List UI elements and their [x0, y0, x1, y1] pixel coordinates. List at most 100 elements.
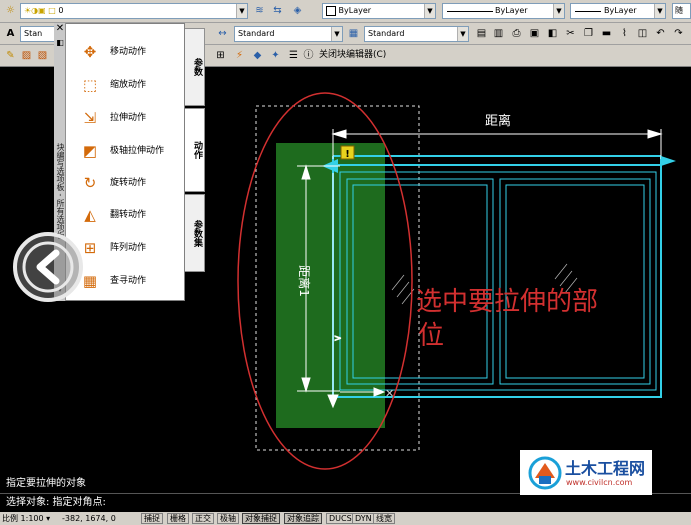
chevron-down-icon: ▼: [654, 4, 665, 18]
dim-style-value: Standard: [238, 29, 275, 38]
save-icon[interactable]: ▤: [475, 27, 488, 40]
status-bar: 比例 1:100 ▾ -382, 1674, 0 捕捉 栅格 正交 极轴 对象捕…: [0, 512, 691, 525]
layer-value: 0: [58, 6, 64, 15]
otrack-button[interactable]: 对象追踪: [284, 513, 322, 524]
palette-item-label: 阵列动作: [110, 243, 147, 253]
palette-item-label: 旋转动作: [110, 178, 147, 188]
linetype-value: ByLayer: [495, 6, 528, 15]
publish-icon[interactable]: ◧: [546, 27, 559, 40]
flip-action-icon: ◭: [84, 206, 96, 224]
back-arrow-icon[interactable]: [12, 231, 84, 303]
match-properties-icon[interactable]: ⌇: [618, 27, 631, 40]
polar-stretch-action-icon: ◩: [82, 142, 98, 160]
text-style-value: Stan: [24, 29, 43, 38]
undo-icon[interactable]: ↶: [654, 27, 667, 40]
layer-dropdown[interactable]: ☀◑▣ □ 0 ▼: [20, 3, 248, 19]
ortho-button[interactable]: 正交: [192, 513, 214, 524]
properties-icon[interactable]: ◧: [55, 38, 65, 48]
layer-properties-toolbar: ☼ ☀◑▣ □ 0 ▼ ≋ ⇆ ◈ ByLayer ▼ ByLayer ▼ By…: [0, 0, 691, 23]
tab-parameter-sets[interactable]: 参数集: [185, 194, 205, 272]
table-style-value: Standard: [368, 29, 405, 38]
plot-style-value: 随: [675, 6, 683, 15]
ducs-button[interactable]: DUCS: [326, 513, 355, 524]
authoring-palettes-icon[interactable]: ⊞: [214, 49, 227, 62]
update-icon[interactable]: ☰: [287, 49, 300, 62]
lineweight-dropdown[interactable]: ByLayer ▼: [570, 3, 666, 19]
linetype-sample: [447, 11, 493, 12]
dim-top-label: 距离: [485, 113, 511, 129]
palette-item-label: 翻转动作: [110, 210, 147, 220]
palette-item-label: 缩放动作: [110, 80, 147, 90]
lineweight-button[interactable]: 线宽: [373, 513, 395, 524]
layer-previous-icon[interactable]: ⇆: [271, 4, 284, 17]
watermark-logo: 土木工程网 www.civilcn.com: [520, 450, 652, 495]
define-attribute-icon[interactable]: ✦: [269, 49, 282, 62]
move-action-icon: ✥: [83, 43, 97, 61]
color-value: ByLayer: [338, 6, 372, 15]
dim-style-dropdown[interactable]: Standard ▼: [234, 26, 343, 42]
dim-left-label: 距离1: [297, 265, 312, 297]
annotation-line1: 选中要拉伸的部: [416, 287, 598, 317]
annotation-scale[interactable]: 比例 1:100 ▾: [2, 512, 50, 525]
command-prompt[interactable]: 选择对象: 指定对角点:: [6, 495, 106, 511]
color-dropdown[interactable]: ByLayer ▼: [322, 3, 436, 19]
linetype-dropdown[interactable]: ByLayer ▼: [442, 3, 565, 19]
chevron-down-icon: ▼: [236, 4, 247, 18]
scale-action-icon: ⬚: [82, 76, 98, 94]
tab-parameters[interactable]: 参数: [185, 28, 205, 106]
chevron-down-icon: ▼: [424, 4, 435, 18]
action-icon[interactable]: ⚡: [233, 49, 246, 62]
paste-icon[interactable]: ▬: [600, 27, 613, 40]
block-editor-icon[interactable]: ◫: [636, 27, 649, 40]
parameter-icon[interactable]: ◆: [251, 49, 264, 62]
watermark-url: www.civilcn.com: [566, 478, 633, 487]
color-swatch: [326, 5, 336, 16]
polar-button[interactable]: 极轴: [217, 513, 239, 524]
lightbulb-icon[interactable]: ☼: [4, 4, 17, 17]
palette-item-label: 拉伸动作: [110, 113, 147, 123]
lineweight-sample: [575, 11, 601, 12]
chevron-down-icon: ▼: [457, 27, 468, 41]
close-block-editor-button[interactable]: 关闭块编辑器(C): [319, 49, 386, 62]
redo-icon[interactable]: ↷: [672, 27, 685, 40]
tab-actions[interactable]: 动作: [185, 108, 205, 192]
logo-mark-icon: [528, 456, 562, 490]
copy-icon[interactable]: ❐: [582, 27, 595, 40]
text-style-icon[interactable]: A: [4, 27, 17, 40]
save-block-icon[interactable]: ▨: [20, 49, 33, 62]
palette-item-label: 极轴拉伸动作: [110, 146, 165, 156]
save-block-as-icon[interactable]: ▧: [36, 49, 49, 62]
plot-style-dropdown[interactable]: 随: [672, 3, 691, 19]
layer-isolate-icon[interactable]: ◈: [291, 4, 304, 17]
table-style-icon[interactable]: ▦: [347, 27, 360, 40]
annotation-line2: 位: [418, 321, 444, 351]
command-history-line: 指定要拉伸的对象: [6, 478, 86, 489]
close-icon[interactable]: ✕: [55, 24, 65, 34]
coordinates-readout: -382, 1674, 0: [62, 514, 116, 523]
warning-badge-label: !: [345, 149, 350, 160]
print-icon[interactable]: ⎙: [510, 27, 523, 40]
grid-button[interactable]: 栅格: [167, 513, 189, 524]
chevron-down-icon: ▼: [553, 4, 564, 18]
palette-item-label: 查寻动作: [110, 276, 147, 286]
cut-icon[interactable]: ✂: [564, 27, 577, 40]
lineweight-value: ByLayer: [604, 6, 637, 15]
dim-style-icon[interactable]: ↔: [216, 27, 229, 40]
edit-block-icon[interactable]: ✎: [4, 49, 17, 62]
dyn-button[interactable]: DYN: [352, 513, 375, 524]
watermark-name: 土木工程网: [565, 459, 646, 478]
preview-icon[interactable]: ▣: [528, 27, 541, 40]
table-style-dropdown[interactable]: Standard ▼: [364, 26, 469, 42]
help-icon[interactable]: ⓘ: [302, 49, 315, 62]
osnap-button[interactable]: 对象捕捉: [242, 513, 280, 524]
snap-button[interactable]: 捕捉: [141, 513, 163, 524]
palette-item-label: 移动动作: [110, 47, 147, 57]
layer-stack-icon[interactable]: ≋: [253, 4, 266, 17]
stretch-grip-right[interactable]: [661, 156, 676, 166]
layer-state-icons: ☀◑▣ □: [24, 6, 56, 15]
stretch-action-icon: ⇲: [83, 109, 97, 127]
svg-text:>: >: [334, 334, 342, 344]
stretch-frame-fill: [276, 143, 385, 428]
rotate-action-icon: ↻: [83, 174, 97, 192]
open-icon[interactable]: ▥: [492, 27, 505, 40]
